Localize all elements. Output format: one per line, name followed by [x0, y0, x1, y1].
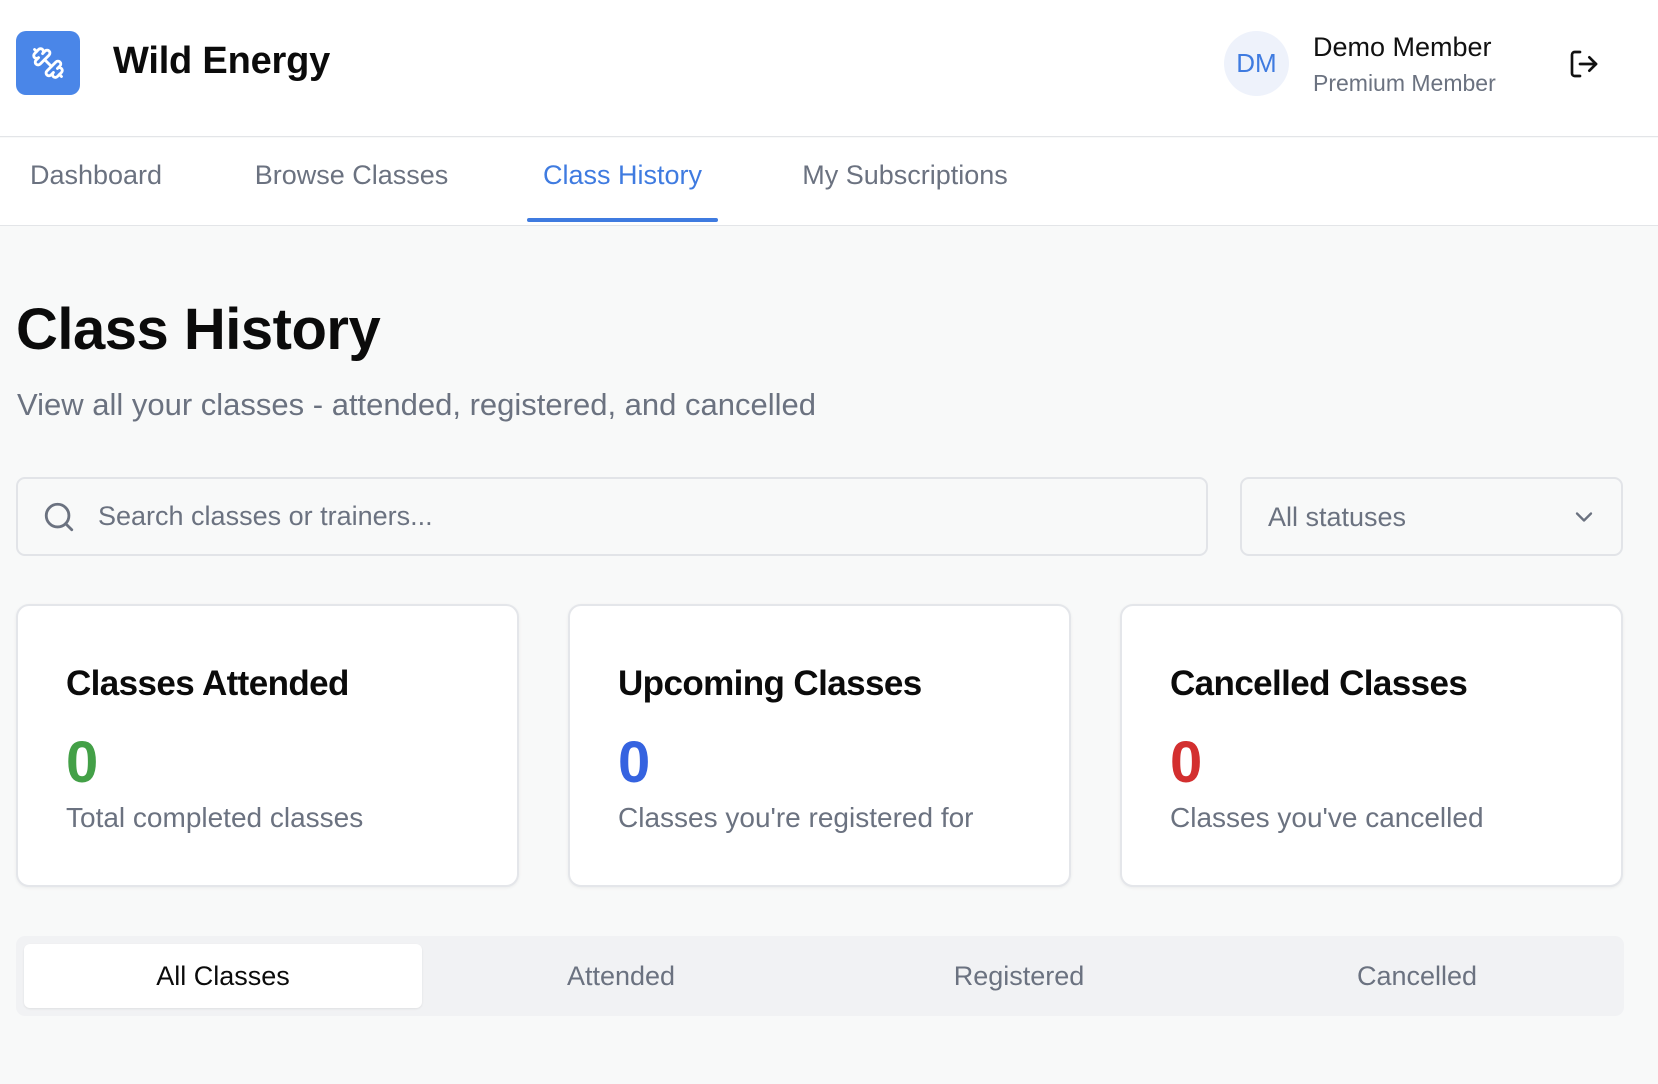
dumbbell-icon	[32, 47, 64, 79]
stat-card-title: Cancelled Classes	[1170, 664, 1468, 703]
stat-card-value: 0	[66, 730, 99, 795]
tab-dashboard[interactable]: Dashboard	[16, 138, 176, 226]
filter-tab-attended[interactable]: Attended	[422, 944, 820, 1008]
stat-card-description: Classes you've cancelled	[1170, 802, 1484, 833]
filter-tab-cancelled[interactable]: Cancelled	[1218, 944, 1616, 1008]
search-icon	[44, 502, 74, 532]
tab-my-subscriptions[interactable]: My Subscriptions	[782, 138, 1028, 226]
stat-card-value: 0	[618, 730, 651, 795]
page-title: Class History	[16, 297, 381, 362]
main-nav: Dashboard Browse Classes Class History M…	[0, 138, 1658, 226]
filter-tab-registered[interactable]: Registered	[820, 944, 1218, 1008]
avatar[interactable]: DM	[1224, 31, 1289, 96]
chevron-down-icon	[1575, 512, 1593, 522]
search-box[interactable]	[16, 477, 1208, 556]
app-logo[interactable]	[16, 31, 80, 95]
stat-card-description: Classes you're registered for	[618, 802, 974, 833]
logout-icon	[1570, 50, 1598, 78]
stat-card-cancelled: Cancelled Classes 0 Classes you've cance…	[1120, 604, 1623, 887]
page-subtitle: View all your classes - attended, regist…	[17, 387, 816, 422]
app-header: Wild Energy DM Demo Member Premium Membe…	[0, 0, 1658, 137]
tab-class-history[interactable]: Class History	[527, 138, 718, 226]
stat-card-title: Upcoming Classes	[618, 664, 922, 703]
filter-tab-all-classes[interactable]: All Classes	[24, 944, 422, 1008]
stat-card-title: Classes Attended	[66, 664, 349, 703]
history-filter-tabs: All Classes Attended Registered Cancelle…	[16, 936, 1624, 1016]
tab-browse-classes[interactable]: Browse Classes	[240, 138, 463, 226]
search-input[interactable]	[98, 479, 1188, 554]
app-title: Wild Energy	[113, 40, 331, 82]
status-select-value: All statuses	[1268, 502, 1407, 532]
status-select[interactable]: All statuses	[1240, 477, 1623, 556]
stat-card-description: Total completed classes	[66, 802, 364, 833]
stat-card-attended: Classes Attended 0 Total completed class…	[16, 604, 519, 887]
stat-card-upcoming: Upcoming Classes 0 Classes you're regist…	[568, 604, 1071, 887]
user-name: Demo Member	[1313, 32, 1492, 62]
active-tab-indicator	[527, 218, 718, 222]
logout-button[interactable]	[1566, 46, 1602, 82]
user-tier: Premium Member	[1313, 70, 1496, 96]
stat-card-value: 0	[1170, 730, 1203, 795]
